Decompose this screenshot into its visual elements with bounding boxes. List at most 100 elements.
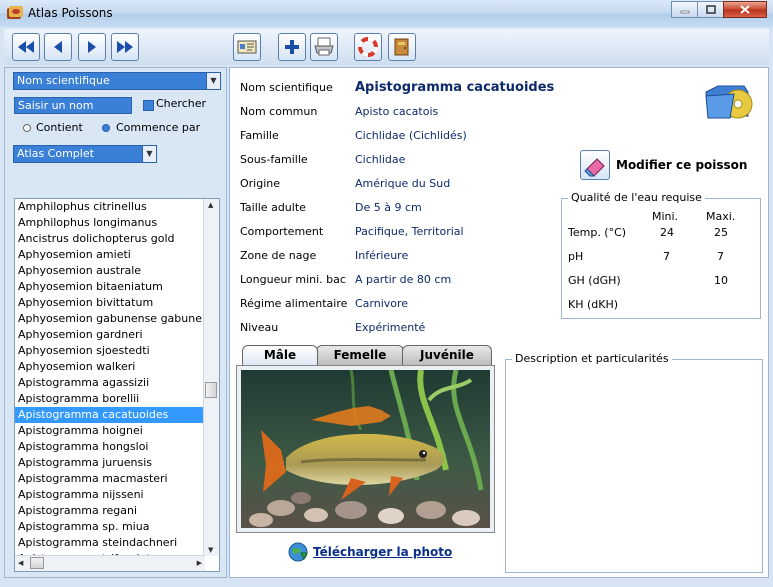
list-item[interactable]: Aphyosemion australe bbox=[15, 263, 205, 279]
water-col-max: Maxi. bbox=[706, 210, 736, 223]
radio-contains-label[interactable]: Contient bbox=[36, 121, 83, 134]
species-list-items: Amphilophus citrinellus Amphilophus longi… bbox=[15, 199, 205, 571]
minimize-icon bbox=[680, 10, 689, 13]
value-subfamily: Cichlidae bbox=[355, 153, 406, 166]
list-item[interactable]: Aphyosemion bivittatum bbox=[15, 295, 205, 311]
list-item[interactable]: Apistogramma agassizii bbox=[15, 375, 205, 391]
value-zone: Inférieure bbox=[355, 249, 409, 262]
app-fish-icon bbox=[7, 6, 23, 19]
list-item[interactable]: Apistogramma cacatuoides bbox=[15, 407, 205, 423]
first-record-icon bbox=[18, 41, 34, 53]
scroll-down-icon[interactable]: ▼ bbox=[208, 546, 213, 554]
download-photo-label: Télécharger la photo bbox=[313, 545, 453, 559]
water-row-max: 25 bbox=[714, 226, 728, 239]
label-family: Famille bbox=[240, 129, 279, 142]
label-common: Nom commun bbox=[240, 105, 318, 118]
list-item[interactable]: Apistogramma hoignei bbox=[15, 423, 205, 439]
list-item[interactable]: Apistogramma juruensis bbox=[15, 455, 205, 471]
previous-record-button[interactable] bbox=[44, 33, 72, 61]
horizontal-scroll-thumb[interactable] bbox=[30, 557, 44, 569]
label-diet: Régime alimentaire bbox=[240, 297, 348, 310]
photo-tabs: Mâle Femelle Juvénile bbox=[242, 345, 495, 365]
label-subfamily: Sous-famille bbox=[240, 153, 308, 166]
water-row-max: 7 bbox=[717, 250, 724, 263]
add-icon bbox=[285, 40, 299, 54]
search-input[interactable] bbox=[14, 97, 132, 114]
print-button[interactable] bbox=[310, 33, 338, 61]
list-item[interactable]: Apistogramma borellii bbox=[15, 391, 205, 407]
scroll-up-icon[interactable]: ▲ bbox=[208, 201, 213, 209]
list-item[interactable]: Apistogramma macmasteri bbox=[15, 471, 205, 487]
value-size: De 5 à 9 cm bbox=[355, 201, 422, 214]
tab-female[interactable]: Femelle bbox=[316, 345, 404, 365]
last-record-button[interactable] bbox=[111, 33, 139, 61]
sort-combo[interactable]: Nom scientifique ▼ bbox=[13, 72, 221, 90]
radio-starts-with[interactable] bbox=[102, 124, 110, 132]
next-record-button[interactable] bbox=[78, 33, 106, 61]
help-button[interactable] bbox=[354, 33, 382, 61]
list-item[interactable]: Aphyosemion amieti bbox=[15, 247, 205, 263]
value-level: Expérimenté bbox=[355, 321, 426, 334]
atlas-combo[interactable]: Atlas Complet ▼ bbox=[13, 145, 157, 163]
search-button[interactable]: Chercher bbox=[156, 97, 206, 110]
list-item[interactable]: Aphyosemion gabunense gabunense bbox=[15, 311, 205, 327]
tab-male[interactable]: Mâle bbox=[242, 345, 318, 365]
window-title: Atlas Poissons bbox=[28, 6, 113, 20]
species-list[interactable]: Amphilophus citrinellus Amphilophus longi… bbox=[14, 198, 220, 572]
scroll-right-icon[interactable]: ▶ bbox=[197, 559, 202, 567]
list-item[interactable]: Apistogramma hongsloi bbox=[15, 439, 205, 455]
help-lifebuoy-icon bbox=[358, 37, 378, 57]
last-record-icon bbox=[117, 41, 133, 53]
exit-button[interactable] bbox=[388, 33, 416, 61]
maximize-button[interactable] bbox=[697, 1, 724, 18]
eraser-icon bbox=[580, 150, 610, 180]
list-item[interactable]: Ancistrus dolichopterus gold bbox=[15, 231, 205, 247]
value-origin: Amérique du Sud bbox=[355, 177, 451, 190]
close-button[interactable] bbox=[723, 1, 767, 18]
list-item[interactable]: Apistogramma nijsseni bbox=[15, 487, 205, 503]
list-item[interactable]: Aphyosemion gardneri bbox=[15, 327, 205, 343]
label-zone: Zone de nage bbox=[240, 249, 317, 262]
tab-juvenile[interactable]: Juvénile bbox=[402, 345, 492, 365]
radio-starts-with-label[interactable]: Commence par bbox=[116, 121, 200, 134]
exit-door-icon bbox=[394, 38, 409, 56]
sort-combo-value: Nom scientifique bbox=[17, 74, 110, 87]
main-frame: Nom scientifique ▼ Chercher Contient Com… bbox=[0, 27, 773, 587]
list-item[interactable]: Aphyosemion bitaeniatum bbox=[15, 279, 205, 295]
search-checkbox[interactable] bbox=[143, 100, 154, 111]
list-item[interactable]: Apistogramma regani bbox=[15, 503, 205, 519]
water-col-min: Mini. bbox=[652, 210, 679, 223]
value-diet: Carnivore bbox=[355, 297, 409, 310]
download-globe-icon bbox=[288, 542, 308, 562]
card-view-button[interactable] bbox=[233, 33, 261, 61]
list-item[interactable]: Apistogramma steindachneri bbox=[15, 535, 205, 551]
water-row-label: GH (dGH) bbox=[568, 274, 621, 287]
print-icon bbox=[314, 37, 334, 56]
add-button[interactable] bbox=[278, 33, 306, 61]
list-item[interactable]: Aphyosemion walkeri bbox=[15, 359, 205, 375]
radio-contains[interactable] bbox=[23, 124, 31, 132]
vertical-scroll-thumb[interactable] bbox=[205, 382, 217, 398]
label-behavior: Comportement bbox=[240, 225, 324, 238]
water-row-max: 10 bbox=[714, 274, 728, 287]
vertical-scrollbar[interactable]: ▲ ▼ bbox=[203, 199, 219, 556]
atlas-combo-value: Atlas Complet bbox=[17, 147, 94, 160]
left-panel: Nom scientifique ▼ Chercher Contient Com… bbox=[4, 67, 227, 578]
list-item[interactable]: Apistogramma sp. miua bbox=[15, 519, 205, 535]
chevron-down-icon: ▼ bbox=[142, 146, 156, 162]
minimize-button[interactable] bbox=[671, 1, 698, 18]
chevron-down-icon: ▼ bbox=[206, 73, 220, 89]
modify-fish-button[interactable]: Modifier ce poisson bbox=[580, 150, 750, 180]
value-family: Cichlidae (Cichlidés) bbox=[355, 129, 467, 142]
horizontal-scrollbar[interactable]: ◀ ▶ bbox=[15, 555, 205, 571]
first-record-button[interactable] bbox=[12, 33, 40, 61]
list-item[interactable]: Amphilophus citrinellus bbox=[15, 199, 205, 215]
title-bar: Atlas Poissons bbox=[0, 0, 773, 28]
fish-photo[interactable] bbox=[241, 370, 490, 528]
list-item[interactable]: Amphilophus longimanus bbox=[15, 215, 205, 231]
scroll-left-icon[interactable]: ◀ bbox=[18, 559, 23, 567]
value-scientific: Apistogramma cacatuoides bbox=[355, 80, 555, 95]
list-item[interactable]: Aphyosemion sjoestedti bbox=[15, 343, 205, 359]
cd-folder-icon[interactable] bbox=[704, 80, 756, 122]
photo-frame bbox=[236, 365, 495, 533]
